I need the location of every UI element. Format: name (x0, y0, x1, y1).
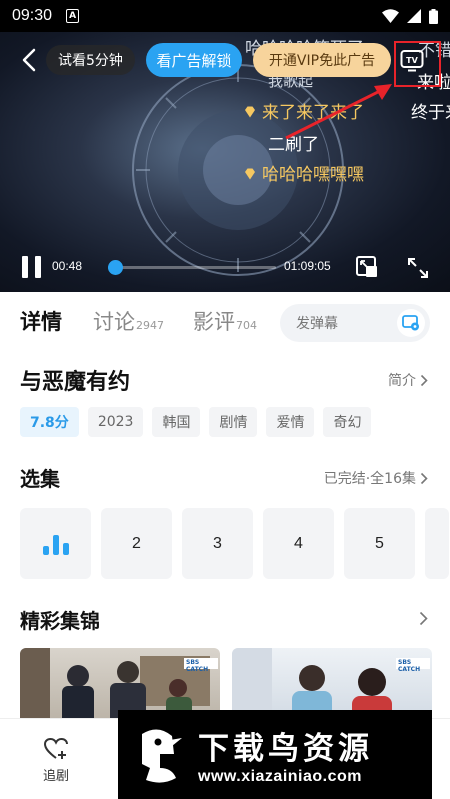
highlights-title: 精彩集锦 (20, 609, 100, 633)
episode-item[interactable]: 3 (182, 508, 253, 579)
vip-remove-ads-button[interactable]: 开通VIP免此广告 (253, 43, 391, 77)
picture-in-picture-icon[interactable] (355, 255, 379, 279)
follow-label: 追剧 (42, 769, 69, 784)
danmaku-comment: 哈哈哈嘿嘿嘿 (243, 160, 364, 185)
watermark-title: 下载鸟资源 (198, 731, 373, 767)
episodes-status: 已完结·全16集 (323, 471, 416, 487)
clip-logo: SBS CATCH (186, 659, 209, 673)
tag-genre[interactable]: 奇幻 (323, 407, 372, 437)
watermark-banner: 下载鸟资源 www.xiazainiao.com (118, 710, 432, 799)
tab-count: 2947 (136, 319, 164, 332)
heart-plus-icon (43, 737, 68, 759)
progress-knob[interactable] (107, 260, 123, 275)
tag-region[interactable]: 韩国 (152, 407, 201, 437)
episodes-title: 选集 (20, 467, 60, 491)
tab-details[interactable]: 详情 (20, 306, 62, 336)
current-time: 00:48 (52, 259, 83, 273)
annotation-arrow (285, 84, 392, 140)
episode-item[interactable]: 2 (101, 508, 172, 579)
tag-year[interactable]: 2023 (87, 407, 144, 437)
trial-badge: 试看5分钟 (46, 45, 135, 75)
battery-icon (429, 8, 438, 24)
status-time: 09:30 (12, 7, 53, 24)
tab-reviews[interactable]: 影评704 (193, 306, 257, 336)
tab-discussion[interactable]: 讨论2947 (93, 306, 164, 336)
show-title: 与恶魔有约 (20, 370, 131, 395)
wifi-icon (382, 9, 399, 23)
score-tag: 7.8分 (20, 407, 79, 437)
tag-genre[interactable]: 爱情 (266, 407, 315, 437)
bird-logo-icon (142, 728, 182, 783)
back-icon[interactable] (22, 48, 36, 72)
total-time: 01:09:05 (284, 259, 331, 273)
clip-logo: SBS CATCH (398, 659, 421, 673)
playing-bars-icon (42, 534, 69, 555)
intro-link[interactable]: 简介 (388, 370, 428, 390)
chevron-right-icon (420, 374, 428, 386)
tag-list: 7.8分 2023 韩国 剧情 爱情 奇幻 (20, 407, 372, 437)
episode-item-partial[interactable] (425, 508, 449, 579)
status-bar: 09:30 A (0, 0, 450, 32)
danmaku-text: 哈哈哈嘿嘿嘿 (262, 165, 364, 185)
diamond-icon (245, 168, 255, 180)
detail-tabs: 详情 讨论2947 影评704 发弹幕 (0, 292, 450, 350)
progress-track[interactable] (107, 260, 276, 275)
danmaku-input-placeholder: 发弹幕 (296, 316, 338, 332)
notification-icon: A (66, 9, 80, 23)
signal-icon (407, 9, 421, 23)
watermark-url: www.xiazainiao.com (198, 768, 363, 785)
danmaku-input[interactable]: 发弹幕 (280, 304, 430, 342)
tag-genre[interactable]: 剧情 (209, 407, 258, 437)
tab-label: 详情 (20, 310, 62, 334)
follow-button[interactable]: 追剧 (36, 737, 76, 784)
episode-list: 2 3 4 5 (20, 508, 449, 579)
tab-count: 704 (236, 319, 257, 332)
chevron-right-icon (420, 472, 428, 484)
danmaku-settings-icon[interactable] (397, 309, 425, 337)
episode-item[interactable]: 4 (263, 508, 334, 579)
pause-icon[interactable] (22, 256, 42, 278)
video-player[interactable]: 哈哈哈哈笑死了 不错 我歌起 来啦 来了来了来了 终于来 二刷了 哈哈哈嘿嘿嘿 … (0, 32, 450, 292)
player-controls: 00:48 01:09:05 (0, 242, 450, 292)
chevron-right-icon[interactable] (419, 611, 428, 626)
episodes-more-link[interactable]: 已完结·全16集 (324, 468, 428, 488)
episode-item[interactable]: 5 (344, 508, 415, 579)
tab-label: 影评 (193, 310, 235, 334)
episode-playing[interactable] (20, 508, 91, 579)
fullscreen-icon[interactable] (406, 256, 430, 280)
danmaku-comment: 终于来 (411, 103, 450, 123)
intro-label: 简介 (388, 373, 416, 389)
tab-label: 讨论 (93, 310, 135, 334)
watch-ad-unlock-button[interactable]: 看广告解锁 (146, 43, 242, 77)
highlight-annotation-box (394, 41, 441, 87)
diamond-icon (245, 106, 255, 118)
